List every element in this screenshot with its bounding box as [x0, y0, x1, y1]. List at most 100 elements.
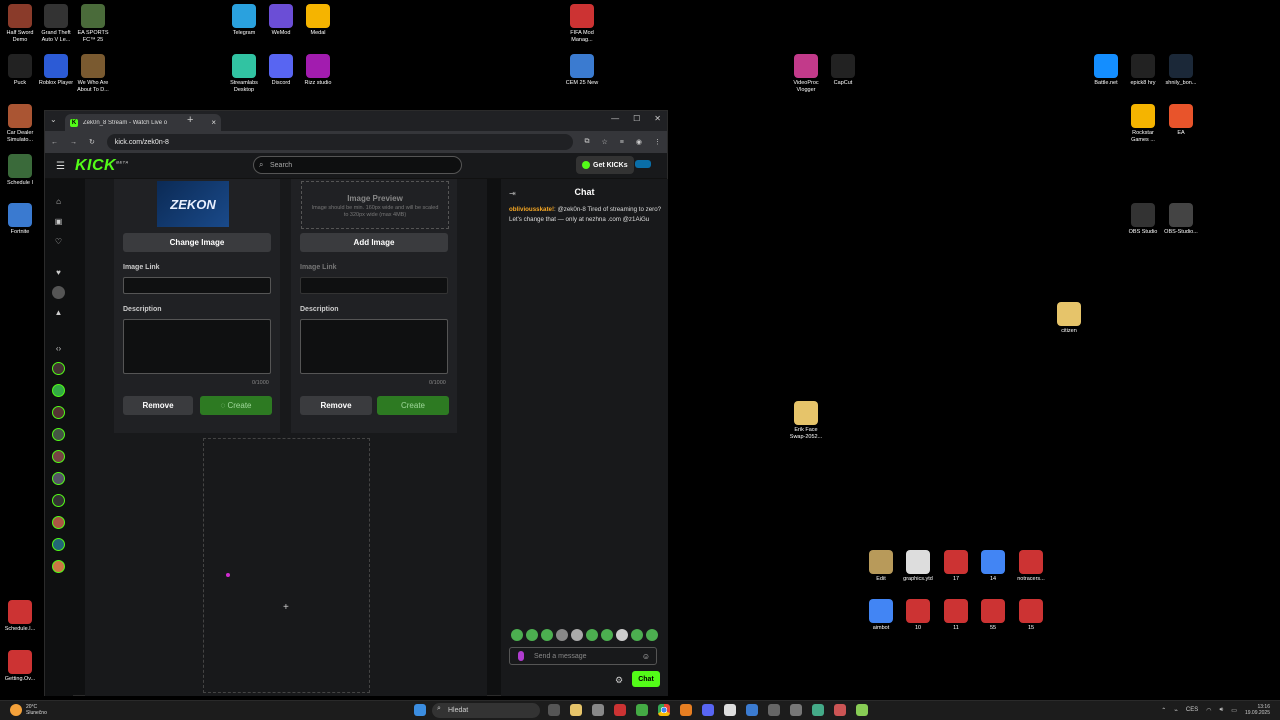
emote-icon[interactable]	[586, 629, 598, 641]
url-field[interactable]: kick.com/zek0n-8	[106, 134, 573, 150]
emote-icon[interactable]	[646, 629, 658, 641]
channel-avatar-1[interactable]	[52, 286, 65, 299]
remove-button[interactable]: Remove	[300, 396, 372, 415]
desktop-icon[interactable]: 55	[973, 599, 1013, 632]
file-explorer-icon[interactable]	[570, 704, 582, 716]
mic-icon[interactable]	[518, 651, 524, 661]
desktop-icon[interactable]: Streamlabs Desktop	[224, 54, 264, 94]
desktop-icon[interactable]: Schedule.I...	[0, 600, 40, 633]
channel-avatar-2[interactable]: ▲	[52, 306, 65, 319]
close-window-icon[interactable]: ✕	[654, 114, 661, 123]
new-reward-placeholder[interactable]: +	[203, 438, 370, 693]
remove-button[interactable]: Remove	[123, 396, 193, 415]
desktop-icon[interactable]: Battle.net	[1086, 54, 1126, 87]
reload-icon[interactable]: ↻	[89, 138, 95, 146]
desktop-icon[interactable]: 14	[973, 550, 1013, 583]
image-preview[interactable]: Image Preview Image should be min. 160px…	[301, 181, 449, 229]
store-icon[interactable]	[592, 704, 604, 716]
emote-icon[interactable]	[601, 629, 613, 641]
app-icon[interactable]	[812, 704, 824, 716]
channel-avatar-10[interactable]	[52, 516, 65, 529]
emote-icon[interactable]	[571, 629, 583, 641]
add-plus-icon[interactable]: +	[283, 602, 289, 613]
close-tab-icon[interactable]: ×	[211, 118, 216, 127]
emote-icon[interactable]	[511, 629, 523, 641]
settings-icon[interactable]	[768, 704, 780, 716]
desktop-icon[interactable]: EA	[1161, 104, 1201, 137]
create-button[interactable]: ◌ Create	[200, 396, 272, 415]
translate-icon[interactable]: ⧉	[585, 138, 590, 146]
clock[interactable]: 13:16 19.09.2025	[1245, 704, 1270, 716]
tab-search-icon[interactable]: ⌄	[50, 115, 57, 124]
profile-icon[interactable]: ◉	[636, 138, 642, 146]
chat-settings-gear-icon[interactable]: ⚙	[615, 675, 623, 686]
emote-icon[interactable]	[526, 629, 538, 641]
chat-input[interactable]: Send a message ☺	[509, 647, 657, 665]
menu-dots-icon[interactable]: ⋮	[654, 138, 661, 146]
chrome-icon[interactable]	[658, 704, 670, 716]
desktop-icon[interactable]: Discord	[261, 54, 301, 87]
search-input[interactable]: ⌕ Search	[253, 156, 462, 174]
desktop-icon[interactable]: notracers...	[1011, 550, 1051, 583]
desktop-icon[interactable]: VideoProc Vlogger	[786, 54, 826, 94]
channel-avatar-4[interactable]	[52, 384, 65, 397]
forward-icon[interactable]: →	[70, 139, 77, 146]
following-icon[interactable]: ♡	[52, 235, 65, 248]
battery-icon[interactable]: ▭	[1231, 707, 1237, 714]
kick-logo[interactable]: KICKBETA	[75, 157, 129, 175]
live-channels-icon[interactable]: ‹›	[52, 342, 65, 355]
channel-avatar-3[interactable]	[52, 362, 65, 375]
app-icon[interactable]	[636, 704, 648, 716]
winrar-icon[interactable]	[614, 704, 626, 716]
desktop-icon[interactable]: OBS-Studio...	[1161, 203, 1201, 236]
desktop-icon[interactable]: Puck	[0, 54, 40, 87]
task-view-icon[interactable]	[548, 704, 560, 716]
desktop-icon[interactable]: 11	[936, 599, 976, 632]
vlc-icon[interactable]	[680, 704, 692, 716]
weather-widget[interactable]: 20°C Slunečno	[10, 704, 47, 716]
discord-icon[interactable]	[702, 704, 714, 716]
browser-tab[interactable]: K Zek0n_8 Stream - Watch Live o ×	[65, 114, 221, 131]
maximize-icon[interactable]: ☐	[633, 114, 640, 123]
bookmark-star-icon[interactable]: ☆	[602, 138, 608, 146]
emote-icon[interactable]	[631, 629, 643, 641]
channel-avatar-6[interactable]	[52, 428, 65, 441]
emote-icon[interactable]	[616, 629, 628, 641]
desktop-icon[interactable]: CEM 25 New	[562, 54, 602, 87]
favorites-icon[interactable]: ♥	[52, 266, 65, 279]
hamburger-menu-icon[interactable]: ☰	[56, 161, 65, 172]
desktop-icon[interactable]: CapCut	[823, 54, 863, 87]
desktop-icon[interactable]: Schedule I	[0, 154, 40, 187]
desktop-icon[interactable]: 10	[898, 599, 938, 632]
desktop-icon[interactable]: Edit	[861, 550, 901, 583]
image-link-input[interactable]	[300, 277, 448, 294]
network-icon[interactable]: ⌁	[1174, 707, 1178, 714]
user-avatar[interactable]	[635, 160, 651, 168]
channel-avatar-8[interactable]	[52, 472, 65, 485]
desktop-icon[interactable]: EA SPORTS FC™ 25	[73, 4, 113, 44]
desktop-icon[interactable]: Medal	[298, 4, 338, 37]
desktop-icon[interactable]: epick8 hry	[1123, 54, 1163, 87]
emote-icon[interactable]	[556, 629, 568, 641]
desktop-icon[interactable]: WeMod	[261, 4, 301, 37]
tray-chevron-icon[interactable]: ⌃	[1161, 707, 1166, 714]
lang-indicator[interactable]: CES	[1186, 707, 1198, 713]
create-button[interactable]: Create	[377, 396, 449, 415]
volume-icon[interactable]: 🔊︎	[1220, 707, 1224, 714]
desktop-icon[interactable]: Grand Theft Auto V Le...	[36, 4, 76, 44]
desktop-icon[interactable]: OBS Studio	[1123, 203, 1163, 236]
desktop-icon[interactable]: Rizz studio	[298, 54, 338, 87]
desktop-icon[interactable]: Getting.Ov...	[0, 650, 40, 683]
app-icon[interactable]	[834, 704, 846, 716]
desktop-icon[interactable]: Half Sword Demo	[0, 4, 40, 44]
channel-avatar-7[interactable]	[52, 450, 65, 463]
desktop-icon[interactable]: We Who Are About To D...	[73, 54, 113, 94]
app-icon[interactable]	[746, 704, 758, 716]
desktop-icon[interactable]: aimbot	[861, 599, 901, 632]
desktop-icon[interactable]: Telegram	[224, 4, 264, 37]
desktop-icon[interactable]: Roblox Player	[36, 54, 76, 87]
desktop-icon[interactable]: 15	[1011, 599, 1051, 632]
notepad-icon[interactable]	[724, 704, 736, 716]
channel-avatar-12[interactable]	[52, 560, 65, 573]
home-icon[interactable]: ⌂	[52, 195, 65, 208]
